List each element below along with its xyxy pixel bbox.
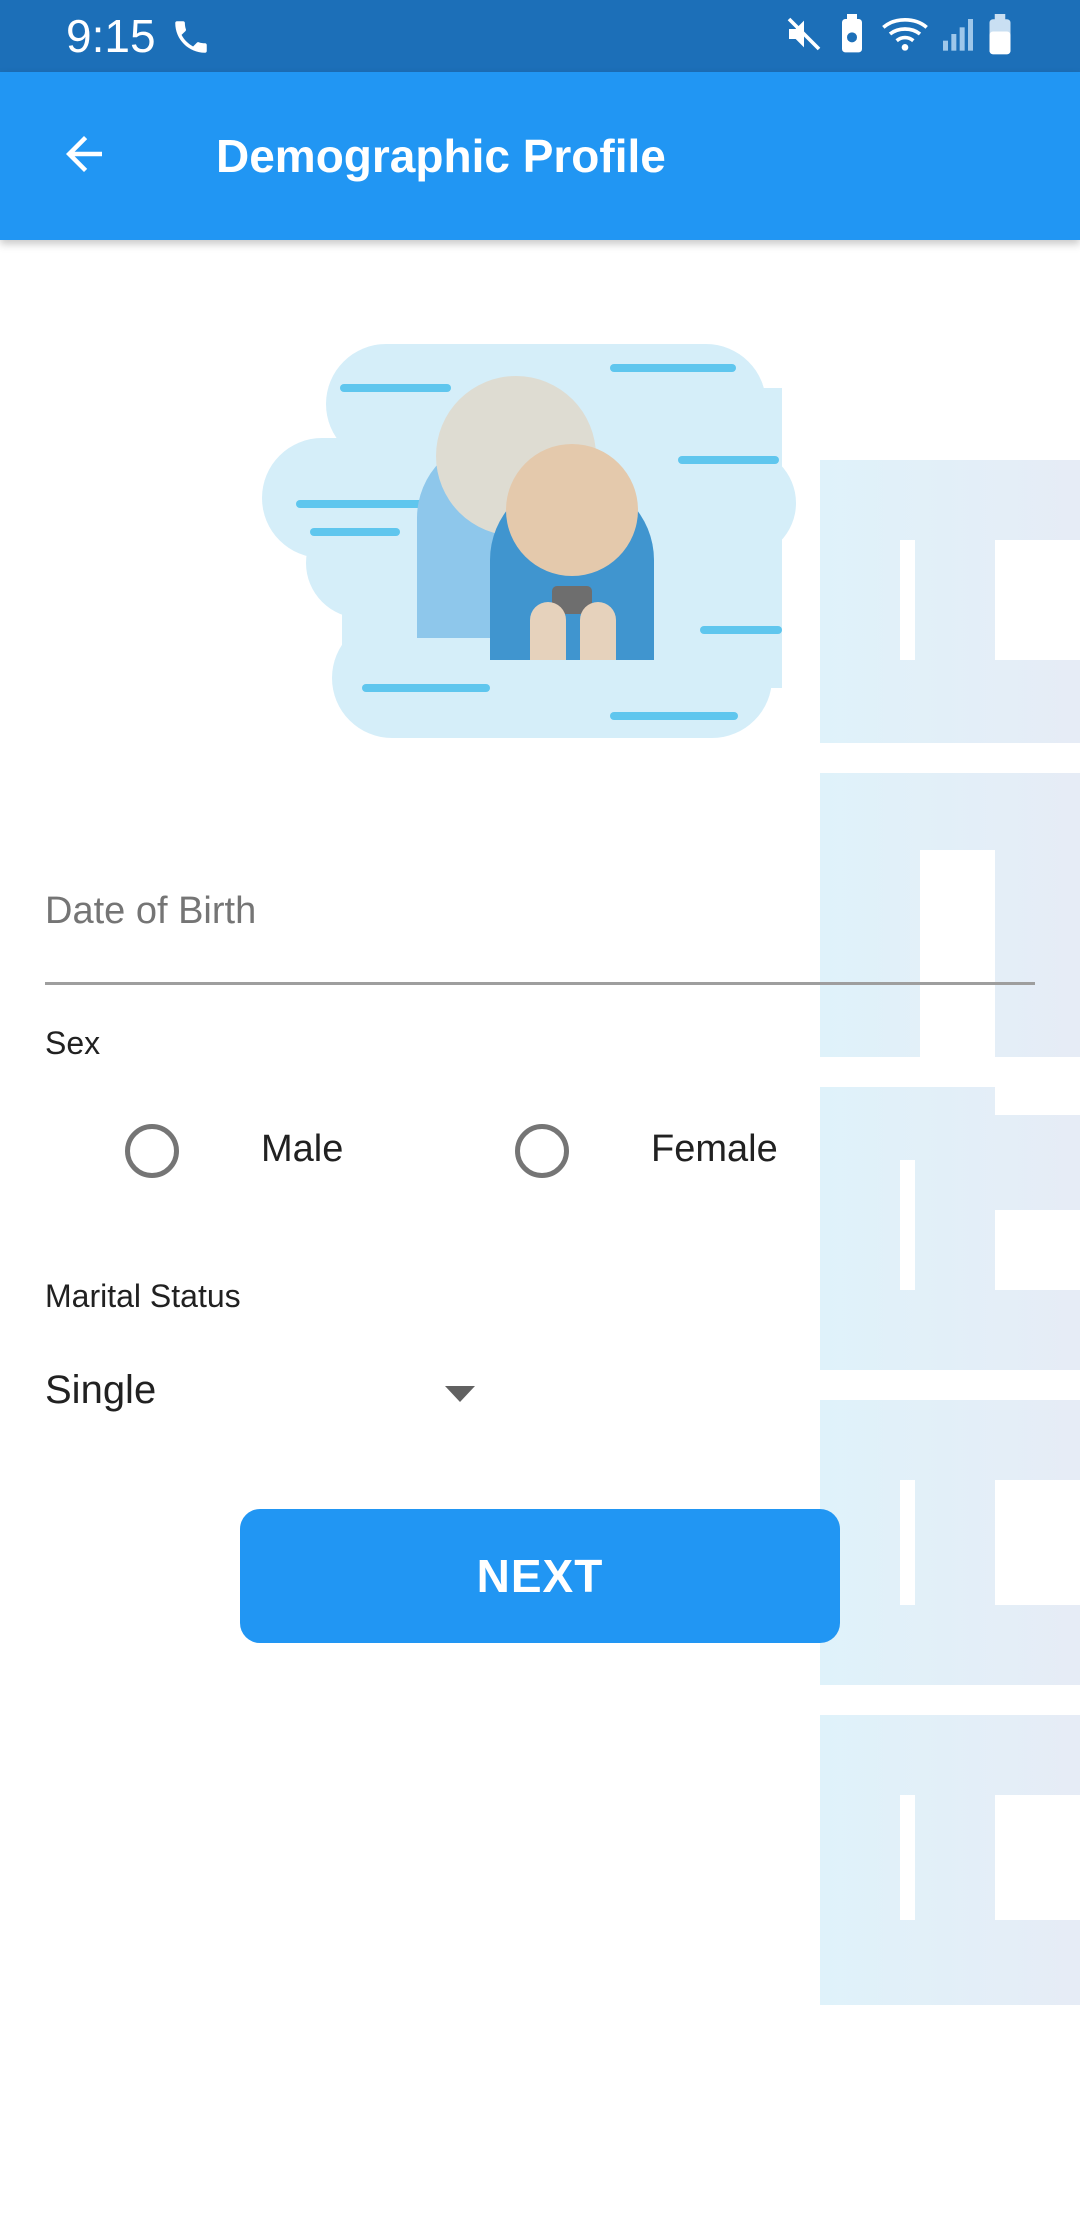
- profile-illustration: [262, 338, 822, 738]
- sex-label: Sex: [45, 1025, 101, 1061]
- marital-status-value: Single: [45, 1368, 157, 1412]
- date-of-birth-field[interactable]: Date of Birth: [45, 870, 1035, 985]
- female-radio[interactable]: [515, 1124, 569, 1178]
- wifi-icon: [880, 14, 930, 59]
- battery-icon: [986, 14, 1014, 61]
- date-of-birth-placeholder: Date of Birth: [45, 890, 257, 932]
- marital-status-dropdown[interactable]: Single: [45, 1360, 485, 1430]
- female-radio-label[interactable]: Female: [651, 1128, 778, 1171]
- app-bar: Demographic Profile: [0, 72, 1080, 240]
- page-title: Demographic Profile: [216, 130, 666, 182]
- dropdown-arrow-icon: [445, 1386, 475, 1402]
- status-time: 9:15: [66, 10, 156, 62]
- mute-icon: [784, 14, 824, 59]
- male-radio[interactable]: [125, 1124, 179, 1178]
- phone-icon: [170, 16, 212, 63]
- background-watermark: [820, 460, 1080, 2005]
- back-button[interactable]: [40, 112, 128, 200]
- signal-icon: [940, 14, 976, 59]
- battery-saver-icon: [836, 14, 868, 59]
- marital-status-label: Marital Status: [45, 1278, 241, 1314]
- next-button[interactable]: NEXT: [240, 1509, 840, 1643]
- arrow-back-icon: [57, 127, 111, 186]
- status-bar: 9:15: [0, 0, 1080, 72]
- male-radio-label[interactable]: Male: [261, 1128, 343, 1171]
